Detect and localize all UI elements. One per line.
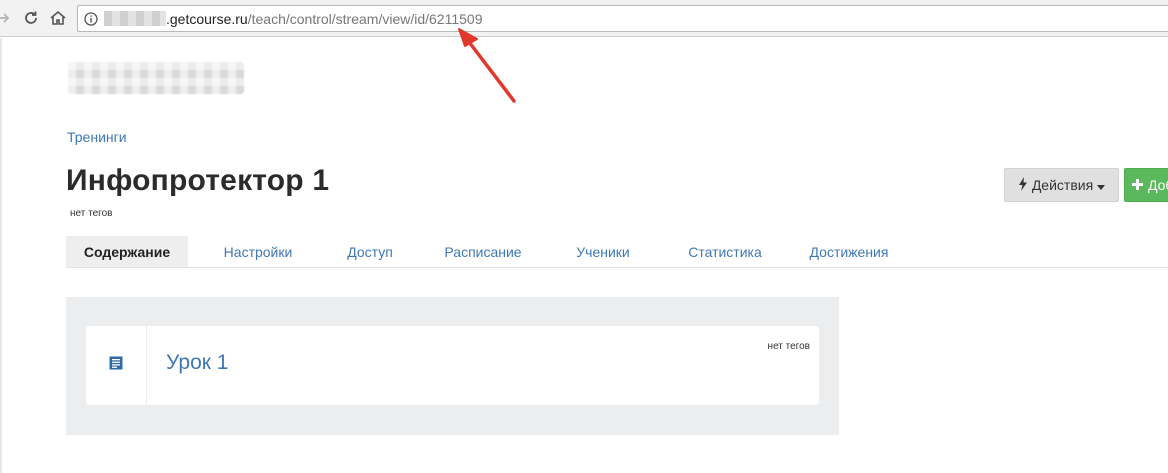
info-icon[interactable] xyxy=(84,11,98,26)
caret-down-icon xyxy=(1097,177,1106,193)
url-path: /teach/control/stream/view/id/6211509 xyxy=(247,10,483,27)
tab-content[interactable]: Содержание xyxy=(66,236,188,267)
reload-icon[interactable] xyxy=(21,8,41,28)
forward-icon[interactable] xyxy=(0,8,14,28)
lessons-panel: Урок 1 нет тегов xyxy=(66,297,839,435)
url-redacted xyxy=(104,11,166,26)
browser-toolbar: .getcourse.ru/teach/control/stream/view/… xyxy=(0,0,1168,37)
plus-icon xyxy=(1132,177,1143,193)
page-left-border xyxy=(0,38,2,473)
add-button[interactable]: Добавить xyxy=(1124,168,1168,202)
lesson-list-icon xyxy=(109,356,123,375)
add-label: Добавить xyxy=(1148,177,1168,193)
school-logo[interactable] xyxy=(68,62,244,94)
tab-students[interactable]: Ученики xyxy=(566,236,640,267)
page-title: Инфопротектор 1 xyxy=(66,164,330,197)
lesson-card[interactable]: Урок 1 нет тегов xyxy=(86,326,819,405)
actions-label: Действия xyxy=(1031,177,1094,193)
tab-schedule[interactable]: Расписание xyxy=(438,236,528,267)
tab-settings[interactable]: Настройки xyxy=(213,236,303,267)
home-icon[interactable] xyxy=(48,8,68,28)
lesson-icon-cell xyxy=(86,326,147,405)
lightning-icon xyxy=(1018,176,1028,194)
url-domain: .getcourse.ru xyxy=(166,10,248,27)
lesson-title[interactable]: Урок 1 xyxy=(166,351,228,375)
tab-achievements[interactable]: Достижения xyxy=(804,236,894,267)
stream-tabs: Содержание Настройки Доступ Расписание У… xyxy=(66,236,1168,268)
actions-dropdown-button[interactable]: Действия xyxy=(1004,168,1119,202)
lesson-tags: нет тегов xyxy=(767,341,810,352)
title-tags: нет тегов xyxy=(70,208,113,219)
tab-statistics[interactable]: Статистика xyxy=(677,236,773,267)
page-content: Тренинги Инфопротектор 1 нет тегов Дейст… xyxy=(0,38,1168,473)
breadcrumb-trainings[interactable]: Тренинги xyxy=(67,129,127,145)
address-bar[interactable]: .getcourse.ru/teach/control/stream/view/… xyxy=(77,5,1168,32)
tab-access[interactable]: Доступ xyxy=(336,236,404,267)
